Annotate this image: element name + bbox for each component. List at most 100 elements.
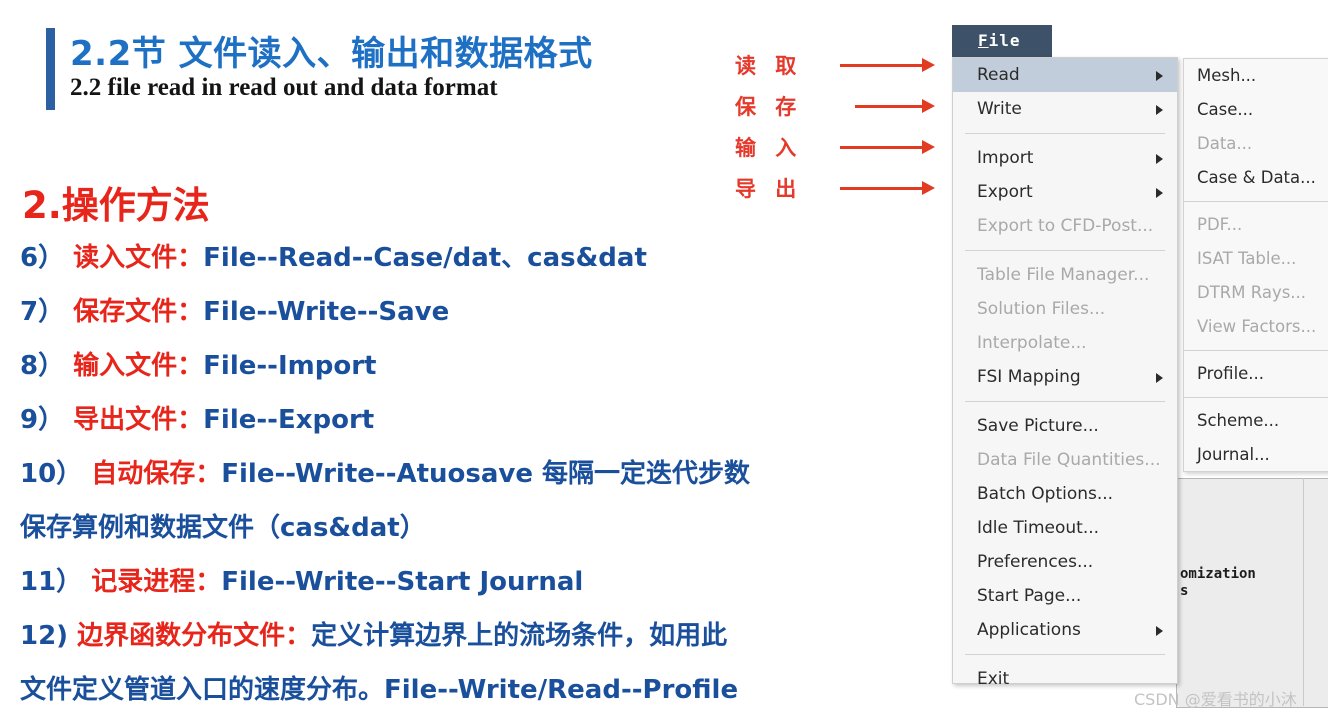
read-submenu-item-case[interactable]: Case...	[1184, 93, 1328, 127]
menu-item-label: Scheme...	[1197, 411, 1280, 430]
read-submenu-separator	[1184, 397, 1328, 398]
menu-item-label: Mesh...	[1197, 66, 1257, 85]
arrow-shaft	[840, 64, 923, 67]
body-line-list: 6） 读入文件：File--Read--Case/dat、cas&dat 7） 保…	[20, 238, 920, 724]
read-submenu-item-case-data[interactable]: Case & Data...	[1184, 161, 1328, 195]
line-value: File--Write--Start Journal	[221, 567, 584, 597]
read-submenu-separator	[1184, 350, 1328, 351]
menu-item-label: Journal...	[1197, 445, 1270, 464]
file-menu-item-fsi-mapping[interactable]: FSI Mapping	[953, 360, 1177, 394]
menu-item-label: Start Page...	[977, 586, 1082, 606]
body-line: 11） 记录进程：File--Write--Start Journal	[20, 562, 920, 616]
menu-item-label: Interpolate...	[977, 333, 1087, 353]
section-heading: 2.操作方法	[22, 184, 210, 227]
menu-item-label: Case...	[1197, 100, 1254, 119]
line-number: 8）	[20, 351, 74, 381]
menu-item-label: View Factors...	[1197, 317, 1317, 336]
menu-item-label: Table File Manager...	[977, 265, 1150, 285]
arrow-shaft	[855, 105, 923, 108]
menu-item-label: Solution Files...	[977, 299, 1106, 319]
line-label: 导出文件：	[73, 405, 204, 435]
line-value: 定义计算边界上的流场条件，如用此	[311, 621, 728, 651]
read-submenu-item-profile[interactable]: Profile...	[1184, 357, 1328, 391]
read-submenu-item-scheme[interactable]: Scheme...	[1184, 404, 1328, 438]
chevron-right-icon	[1156, 188, 1163, 198]
menu-item-label: Applications	[977, 620, 1081, 640]
read-submenu-item-view-factors: View Factors...	[1184, 310, 1328, 344]
body-line: 保存算例和数据文件（cas&dat）	[20, 508, 920, 562]
annotation-arrow-icon	[855, 99, 935, 113]
read-submenu-item-isat-table: ISAT Table...	[1184, 242, 1328, 276]
file-menu-item-read[interactable]: Read	[953, 58, 1177, 92]
menu-item-label: Write	[977, 99, 1022, 119]
chevron-right-icon	[1156, 154, 1163, 164]
read-submenu[interactable]: Mesh... Case... Data... Case & Data... PDF..…	[1183, 58, 1328, 472]
menu-item-label: Data...	[1197, 134, 1253, 153]
menu-item-label: Save Picture...	[977, 416, 1099, 436]
background-dialog-text: omization s	[1180, 566, 1256, 600]
menu-item-label: Data File Quantities...	[977, 450, 1161, 470]
file-menu-item-solution-files: Solution Files...	[953, 292, 1177, 326]
body-line: 6） 读入文件：File--Read--Case/dat、cas&dat	[20, 238, 920, 292]
line-number: 7）	[20, 297, 74, 327]
page-title-chinese: 2.2节 文件读入、输出和数据格式	[70, 34, 593, 74]
file-menu-item-import[interactable]: Import	[953, 141, 1177, 175]
menu-item-label: Idle Timeout...	[977, 518, 1100, 538]
line-number: 11）	[20, 567, 92, 597]
file-menu-item-applications[interactable]: Applications	[953, 613, 1177, 647]
file-menu-item-batch-options[interactable]: Batch Options...	[953, 477, 1177, 511]
file-dropdown-menu[interactable]: Read Write Import Export Export to CFD-Post.…	[952, 57, 1178, 689]
arrow-shaft	[840, 187, 923, 190]
annotation-label: 读 取	[735, 54, 803, 78]
read-submenu-item-mesh[interactable]: Mesh...	[1184, 59, 1328, 93]
line-label: 边界函数分布文件：	[77, 621, 312, 651]
annotation-arrow-icon	[840, 181, 935, 195]
slide-content: 2.2节 文件读入、输出和数据格式 2.2 file read in read …	[0, 0, 940, 717]
menu-item-label: Case & Data...	[1197, 168, 1316, 187]
line-label: 自动保存：	[91, 459, 222, 489]
annotation-row: 读 取	[735, 50, 940, 84]
file-menu-separator	[965, 250, 1165, 251]
menu-item-label: PDF...	[1197, 215, 1243, 234]
line-label: 读入文件：	[73, 243, 204, 273]
line-value: 文件定义管道入口的速度分布。File--Write/Read--Profile	[20, 675, 739, 705]
menu-item-label: Import	[977, 148, 1034, 168]
file-menu-item-start-page[interactable]: Start Page...	[953, 579, 1177, 613]
annotation-row: 输 入	[735, 132, 940, 166]
menu-item-label: DTRM Rays...	[1197, 283, 1307, 302]
file-menu-item-idle-timeout[interactable]: Idle Timeout...	[953, 511, 1177, 545]
file-menu-separator	[965, 401, 1165, 402]
file-mnemonic: F	[978, 31, 989, 50]
file-menu-item-save-picture[interactable]: Save Picture...	[953, 409, 1177, 443]
file-menu-item-write[interactable]: Write	[953, 92, 1177, 126]
menu-item-label: FSI Mapping	[977, 367, 1081, 387]
body-line: 文件定义管道入口的速度分布。File--Write/Read--Profile	[20, 670, 920, 724]
arrow-head	[922, 140, 935, 154]
file-menu-item-table-file-manager: Table File Manager...	[953, 258, 1177, 292]
annotation-label: 保 存	[735, 95, 803, 119]
line-label: 保存文件：	[73, 297, 204, 327]
line-number: 6）	[20, 243, 74, 273]
background-text-line: omization	[1180, 566, 1256, 582]
menubar-file-button[interactable]: File	[952, 25, 1052, 57]
body-line: 12) 边界函数分布文件：定义计算边界上的流场条件，如用此	[20, 616, 920, 670]
file-menu-item-export[interactable]: Export	[953, 175, 1177, 209]
file-menu-item-export-to-cfd-post: Export to CFD-Post...	[953, 209, 1177, 243]
background-text-line: s	[1180, 583, 1189, 599]
menu-item-label: Exit	[977, 669, 1010, 689]
chevron-right-icon	[1156, 626, 1163, 636]
read-submenu-item-dtrm-rays: DTRM Rays...	[1184, 276, 1328, 310]
file-label-rest: ile	[988, 31, 1021, 50]
menu-item-label: Export to CFD-Post...	[977, 216, 1154, 236]
annotation-arrow-icon	[840, 140, 935, 154]
menu-item-label: Preferences...	[977, 552, 1094, 572]
read-submenu-item-journal[interactable]: Journal...	[1184, 438, 1328, 472]
menu-item-label: ISAT Table...	[1197, 249, 1297, 268]
file-menu-item-preferences[interactable]: Preferences...	[953, 545, 1177, 579]
menubar-file-label: File	[978, 31, 1021, 50]
line-value: File--Import	[203, 351, 377, 381]
annotation-label: 输 入	[735, 136, 803, 160]
body-line: 9） 导出文件：File--Export	[20, 400, 920, 454]
line-number: 12)	[20, 621, 78, 651]
chevron-right-icon	[1156, 373, 1163, 383]
